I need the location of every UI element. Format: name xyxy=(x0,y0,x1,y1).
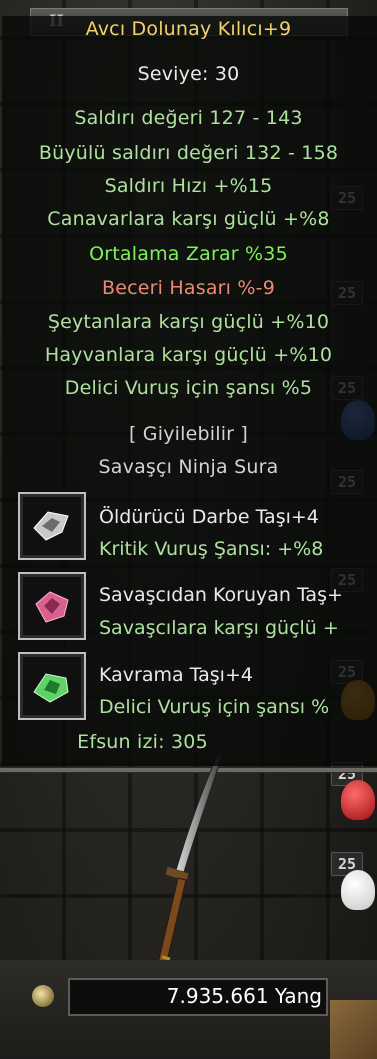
warrior-defense-stone-icon xyxy=(18,572,86,640)
stone-effect: Delici Vuruş için şansı % xyxy=(99,696,330,718)
bonus-average-damage: Ortalama Zarar %35 xyxy=(89,243,288,265)
moon-sword-item-icon[interactable] xyxy=(140,752,240,982)
item-name: Avcı Dolunay Kılıcı+9 xyxy=(85,18,292,40)
stat-vs-monsters: Canavarlara karşı güçlü +%8 xyxy=(47,208,330,230)
critical-stone-icon xyxy=(18,492,86,560)
wood-frame-corner xyxy=(330,1000,377,1059)
bonus-skill-damage: Beceri Hasarı %-9 xyxy=(102,277,275,299)
stone-name: Savaşcıdan Koruyan Taş+ xyxy=(99,584,343,606)
yang-coin-icon xyxy=(32,985,54,1007)
stone-name: Öldürücü Darbe Taşı+4 xyxy=(99,506,319,528)
item-level: Seviye: 30 xyxy=(137,63,240,85)
enchant-trace: Efsun izi: 305 xyxy=(77,731,208,753)
bonus-vs-devils: Şeytanlara karşı güçlü +%10 xyxy=(47,311,330,333)
bonus-piercing-chance: Delici Vuruş için şansı %5 xyxy=(64,377,313,399)
stat-attack-value: Saldırı değeri 127 - 143 xyxy=(74,107,303,129)
penetration-stone-icon xyxy=(18,652,86,720)
bonus-vs-animals: Hayvanlara karşı güçlü +%10 xyxy=(44,344,333,366)
stone-effect: Savaşcılara karşı güçlü + xyxy=(99,617,339,639)
class-list: Savaşçı Ninja Sura xyxy=(98,456,279,478)
red-potion-icon[interactable] xyxy=(341,780,375,820)
yang-amount: 7.935.661 Yang xyxy=(166,984,322,1008)
stone-name: Kavrama Taşı+4 xyxy=(99,664,253,686)
wearable-label: [ Giyilebilir ] xyxy=(128,423,249,445)
stat-magic-attack-value: Büyülü saldırı değeri 132 - 158 xyxy=(38,142,339,164)
stone-effect: Kritik Vuruş Şansı: +%8 xyxy=(99,538,324,560)
white-potion-icon[interactable] xyxy=(341,870,375,910)
stat-attack-speed: Saldırı Hızı +%15 xyxy=(104,175,273,197)
